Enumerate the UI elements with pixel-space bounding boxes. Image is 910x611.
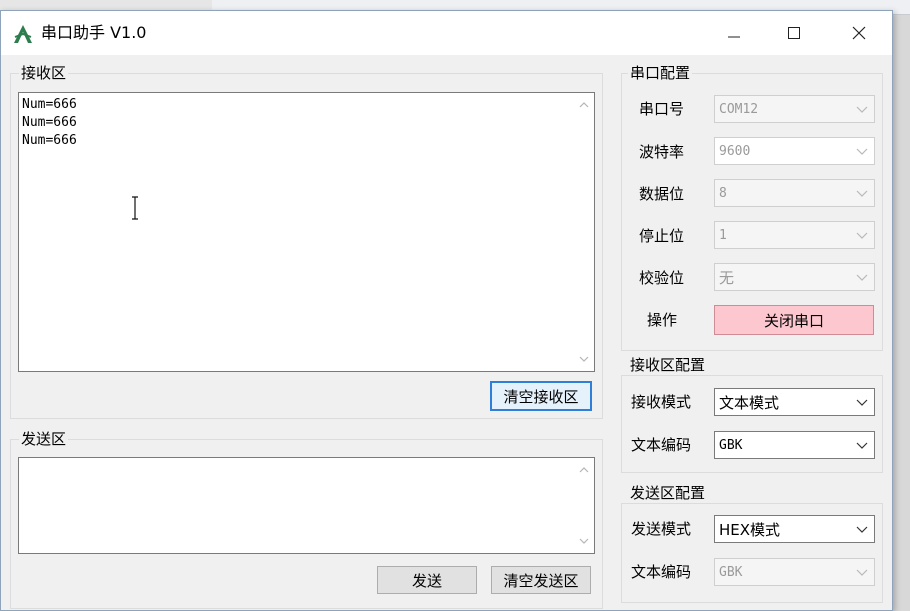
serial-config-label: 串口配置 [628,63,693,83]
send-button[interactable]: 发送 [377,566,477,594]
baud-value: 9600 [719,143,751,159]
receive-line: Num=666 [22,115,77,130]
window-title: 串口助手 V1.0 [41,23,147,42]
databits-value: 8 [719,185,727,201]
chevron-down-icon [856,190,868,197]
text-cursor-icon [132,196,138,220]
chevron-down-icon [856,148,868,155]
send-area-label: 发送区 [19,429,69,449]
receive-mode-select[interactable]: 文本模式 [714,388,875,416]
port-value: COM12 [719,101,759,117]
clear-receive-button[interactable]: 清空接收区 [490,381,592,411]
receive-config-label: 接收区配置 [628,355,708,375]
send-textarea[interactable] [18,457,595,554]
send-mode-value: HEX模式 [719,520,781,539]
clear-send-button[interactable]: 清空发送区 [491,566,591,594]
send-encoding-value: GBK [719,564,743,580]
chevron-down-icon [856,399,868,406]
port-select[interactable]: COM12 [714,95,875,123]
maximize-button[interactable] [771,11,817,55]
receive-encoding-label: 文本编码 [631,436,692,454]
serial-assistant-window: 串口助手 V1.0 接收区 Num=666 Num=666 Num=666 清空… [0,10,893,611]
baud-select[interactable]: 9600 [714,137,875,165]
receive-textarea[interactable]: Num=666 Num=666 Num=666 [18,92,595,372]
receive-encoding-value: GBK [719,437,743,453]
send-encoding-select[interactable]: GBK [714,558,875,586]
maximize-icon [788,27,800,39]
scroll-down-icon[interactable] [578,353,590,365]
chevron-down-icon [856,526,868,533]
send-config-label: 发送区配置 [628,483,708,503]
chevron-down-icon [856,569,868,576]
receive-line: Num=666 [22,133,77,148]
send-encoding-label: 文本编码 [631,563,692,581]
title-bar[interactable]: 串口助手 V1.0 [1,11,892,55]
scroll-down-icon[interactable] [578,535,590,547]
scroll-up-icon[interactable] [578,99,590,111]
chevron-down-icon [856,442,868,449]
receive-encoding-select[interactable]: GBK [714,431,875,459]
parity-value: 无 [719,268,735,287]
baud-label: 波特率 [639,143,685,161]
close-port-button[interactable]: 关闭串口 [714,305,874,335]
scroll-up-icon[interactable] [578,464,590,476]
receive-area-label: 接收区 [19,63,69,83]
receive-mode-value: 文本模式 [719,393,780,412]
operation-label: 操作 [647,311,678,329]
receive-line: Num=666 [22,97,77,112]
parity-select[interactable]: 无 [714,263,875,291]
databits-select[interactable]: 8 [714,179,875,207]
chevron-down-icon [856,232,868,239]
stopbits-value: 1 [719,227,727,243]
close-window-button[interactable] [836,11,882,55]
stopbits-label: 停止位 [639,227,685,245]
parity-label: 校验位 [639,269,685,287]
minimize-icon [728,36,740,38]
chevron-down-icon [856,274,868,281]
send-mode-select[interactable]: HEX模式 [714,515,875,543]
stopbits-select[interactable]: 1 [714,221,875,249]
close-icon [852,26,866,40]
minimize-button[interactable] [711,11,757,55]
chevron-down-icon [856,106,868,113]
receive-mode-label: 接收模式 [631,393,692,411]
send-mode-label: 发送模式 [631,520,692,538]
databits-label: 数据位 [639,185,685,203]
app-icon [14,25,32,43]
port-label: 串口号 [639,100,685,118]
